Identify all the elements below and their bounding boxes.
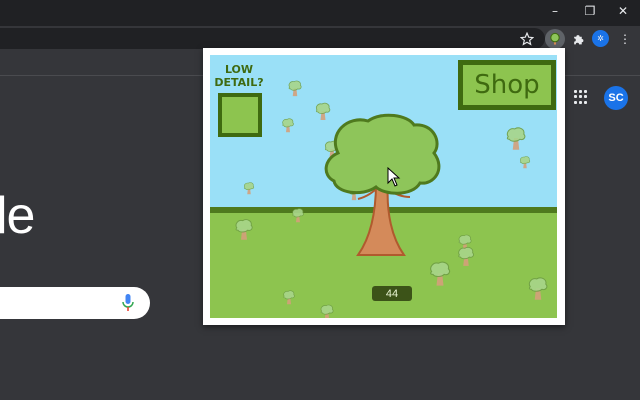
background-tree <box>235 219 253 240</box>
background-tree <box>282 118 294 133</box>
ntp-avatar[interactable]: SC <box>604 86 628 110</box>
menu-icon[interactable]: ⋮ <box>616 30 634 48</box>
restore-button[interactable]: ❐ <box>573 0 607 22</box>
browser-titlebar: – ❐ ✕ <box>0 0 640 26</box>
extension-popup: LOW DETAIL? Shop 44 <box>203 48 565 325</box>
profile-avatar[interactable]: ✲ <box>592 30 609 47</box>
game-canvas: LOW DETAIL? Shop 44 <box>210 55 557 318</box>
minimize-button[interactable]: – <box>538 0 572 22</box>
background-tree <box>244 182 255 195</box>
microphone-icon[interactable] <box>122 294 134 312</box>
background-tree <box>458 247 474 266</box>
mouse-cursor-icon <box>387 167 401 187</box>
puzzle-icon[interactable] <box>569 30 587 48</box>
background-tree <box>528 277 548 300</box>
background-tree <box>430 261 451 286</box>
address-bar[interactable] <box>0 28 545 49</box>
low-detail-toggle[interactable] <box>218 93 262 137</box>
tree-extension-icon[interactable] <box>545 29 565 49</box>
shop-label: Shop <box>474 70 540 100</box>
search-box[interactable] <box>0 287 150 319</box>
background-tree <box>288 80 302 97</box>
background-tree <box>320 304 334 318</box>
background-tree <box>506 127 526 150</box>
close-window-button[interactable]: ✕ <box>606 0 640 22</box>
shop-button[interactable]: Shop <box>458 60 556 110</box>
score-counter: 44 <box>372 286 412 301</box>
main-tree[interactable] <box>318 113 450 261</box>
google-logo-fragment: le <box>0 187 35 245</box>
background-tree <box>520 156 531 169</box>
background-tree <box>283 290 295 305</box>
star-icon[interactable] <box>518 30 536 48</box>
apps-grid-icon[interactable] <box>574 90 588 104</box>
low-detail-label: LOW DETAIL? <box>214 63 264 89</box>
background-tree <box>292 208 304 223</box>
